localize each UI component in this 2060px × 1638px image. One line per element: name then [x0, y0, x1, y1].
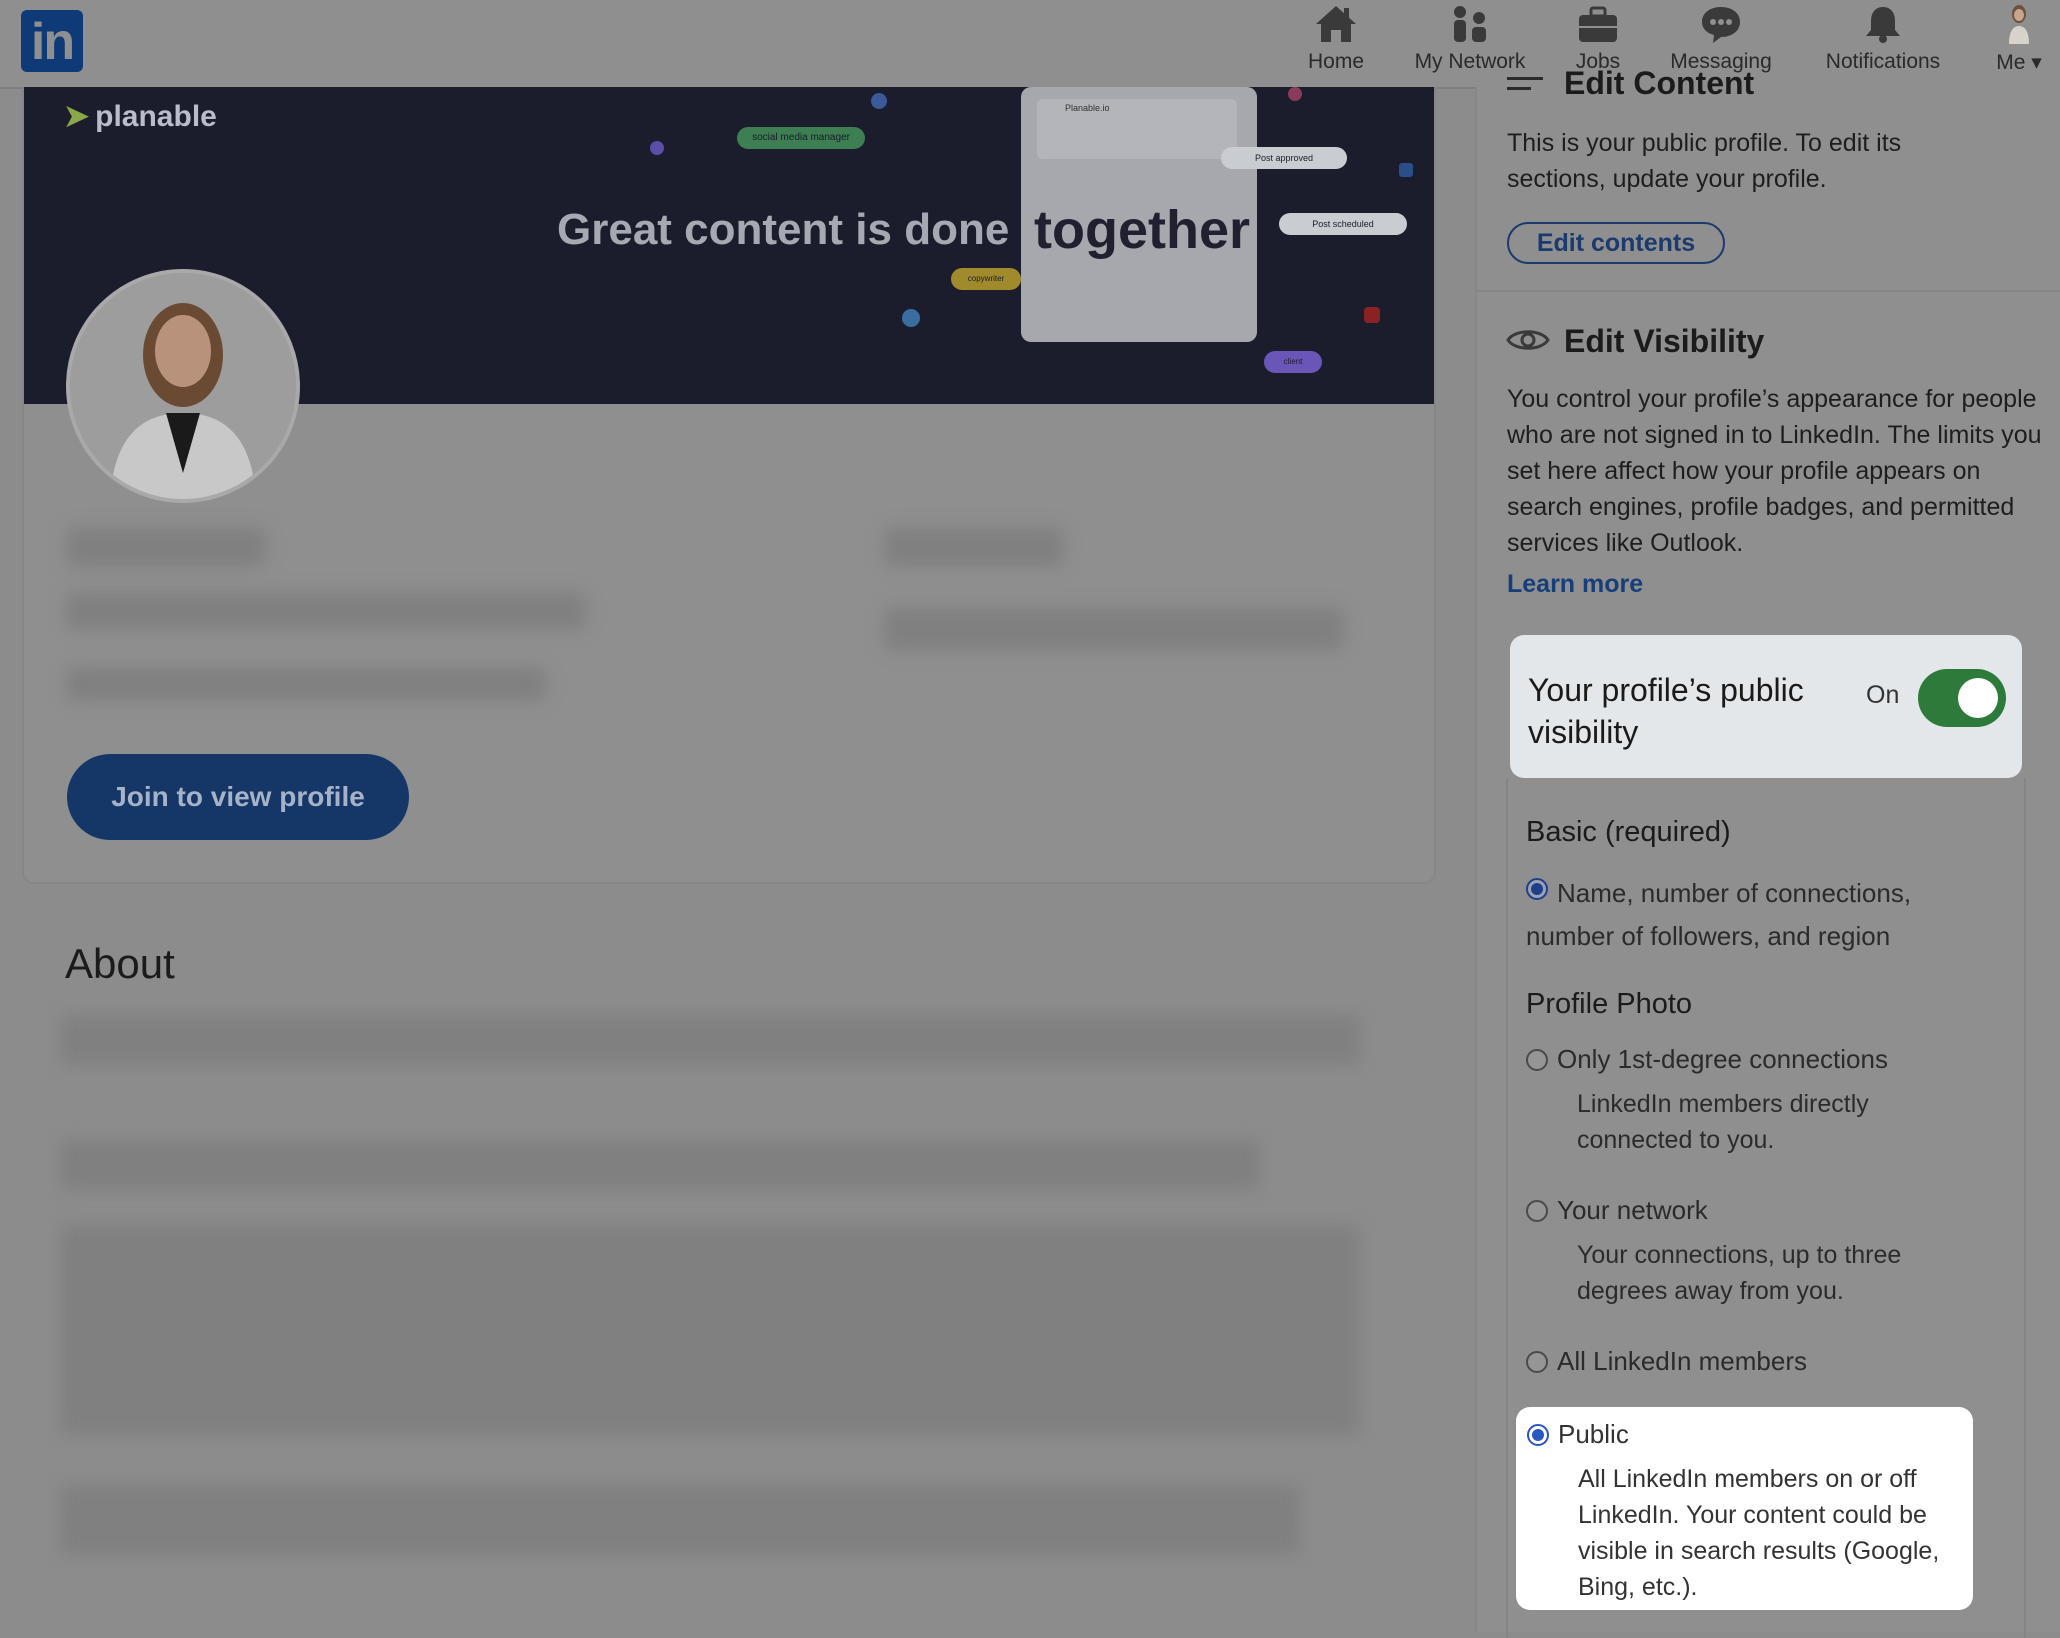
nav-notifications-label: Notifications: [1825, 50, 1941, 73]
option-your-network-desc: Your connections, up to three degrees aw…: [1577, 1241, 1902, 1305]
nav-home-label: Home: [1307, 50, 1365, 73]
instagram-small-icon: [1288, 87, 1302, 101]
join-to-view-profile-button[interactable]: Join to view profile: [67, 754, 409, 840]
eye-icon: [1506, 330, 1550, 350]
blurred-details: [66, 667, 546, 701]
toggle-knob: [1958, 678, 1998, 718]
radio-all-linkedin-members[interactable]: [1526, 1351, 1548, 1373]
avatar-icon: [2009, 5, 2029, 44]
blurred-about-paragraph: [60, 1225, 1360, 1435]
option-1st-degree-label[interactable]: Only 1st-degree connections: [1557, 1044, 1888, 1075]
linkedin-logo[interactable]: in: [21, 10, 83, 72]
instagram-icon: [650, 141, 664, 155]
radio-your-network[interactable]: [1526, 1200, 1548, 1222]
nav-my-network-label: My Network: [1414, 50, 1526, 73]
briefcase-icon: [1579, 6, 1617, 42]
option-your-network-label[interactable]: Your network: [1557, 1195, 1708, 1226]
public-visibility-toggle[interactable]: [1918, 669, 2006, 727]
divider: [1477, 290, 2060, 292]
public-visibility-label: Your profile’s public visibility: [1528, 672, 1804, 750]
option-public-desc: All LinkedIn members on or off LinkedIn.…: [1578, 1465, 1940, 1601]
nav-my-network[interactable]: My Network: [1405, 4, 1535, 80]
edit-contents-button[interactable]: Edit contents: [1507, 222, 1725, 264]
banner-card-title: Planable.io: [1065, 103, 1110, 113]
planable-logo: ➤ planable: [64, 100, 217, 133]
option-public-label[interactable]: Public: [1558, 1419, 1629, 1450]
edit-visibility-description: You control your profile’s appearance fo…: [1507, 385, 2042, 557]
bell-icon: [1866, 7, 1900, 43]
banner-pill: client: [1264, 351, 1322, 373]
option-1st-degree-desc: LinkedIn members directly connected to y…: [1577, 1090, 1869, 1154]
profile-photo-heading: Profile Photo: [1526, 988, 1693, 1020]
radio-1st-degree[interactable]: [1526, 1049, 1548, 1071]
radio-public[interactable]: [1527, 1424, 1549, 1446]
blurred-about-line: [60, 1015, 1360, 1065]
nav-notifications[interactable]: Notifications: [1818, 4, 1948, 80]
option-all-linkedin-members-label[interactable]: All LinkedIn members: [1557, 1346, 1807, 1377]
nav-me[interactable]: Me ▾: [1990, 4, 2048, 80]
banner-highlight: together: [1034, 200, 1250, 260]
banner-headline: Great content is done: [557, 205, 1010, 254]
edit-content-heading: Edit Content: [1564, 65, 1755, 95]
banner-pill: social media manager: [737, 127, 865, 149]
nav-me-label: Me ▾: [1996, 51, 2042, 74]
chevron-down-icon: ▾: [2031, 51, 2042, 74]
network-icon: [1454, 6, 1486, 42]
learn-more-link[interactable]: Learn more: [1507, 570, 1643, 599]
blurred-education: [884, 607, 1344, 651]
banner-pill: Post approved: [1221, 147, 1347, 169]
banner-pill: copywriter: [951, 268, 1021, 290]
edit-content-description: This is your public profile. To edit its…: [1507, 129, 1902, 193]
profile-photo: [66, 269, 300, 503]
linkedin-small-icon: [1399, 163, 1413, 177]
home-icon: [1316, 6, 1356, 42]
public-option-card[interactable]: Public All LinkedIn members on or off Li…: [1516, 1407, 1973, 1610]
banner-pill: Post scheduled: [1279, 213, 1407, 235]
twitter-icon: [902, 309, 920, 327]
edit-content-icon: [1507, 75, 1547, 95]
messaging-icon: [1702, 7, 1740, 43]
facebook-icon: [871, 93, 887, 109]
basic-option-label: Name, number of connections, number of f…: [1526, 878, 1912, 951]
blurred-about-line: [60, 1140, 1260, 1190]
public-visibility-state: On: [1866, 681, 1900, 709]
profile-photo-portrait: [70, 273, 296, 499]
youtube-icon: [1364, 307, 1380, 323]
edit-visibility-heading: Edit Visibility: [1564, 323, 1765, 359]
nav-home[interactable]: Home: [1296, 4, 1376, 80]
blurred-headline: [66, 592, 586, 630]
blurred-name: [66, 527, 266, 567]
blurred-company: [884, 527, 1064, 567]
blurred-about-paragraph: [60, 1485, 1300, 1555]
public-visibility-card: Your profile’s public visibility On: [1510, 635, 2022, 778]
about-heading: About: [65, 940, 175, 987]
public-profile-settings-sidebar: Edit Content This is your public profile…: [1475, 65, 2060, 1638]
planable-mark-icon: ➤: [64, 100, 90, 133]
profile-card: ➤ planable social media manager Great con…: [22, 87, 1436, 884]
basic-heading: Basic (required): [1526, 816, 1731, 848]
